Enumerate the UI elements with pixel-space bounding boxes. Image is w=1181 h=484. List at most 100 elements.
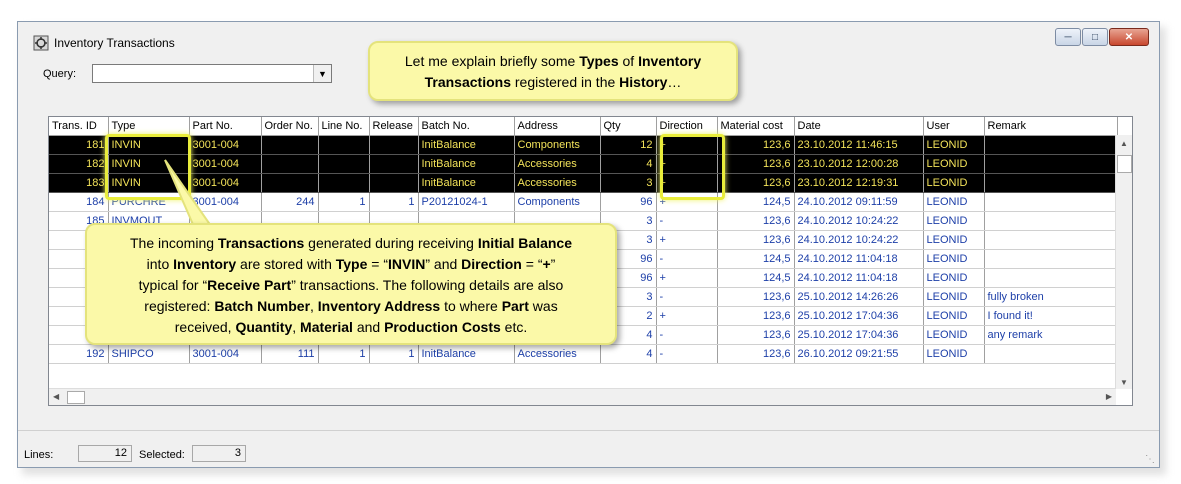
cell-order[interactable] — [261, 173, 319, 193]
cell-user[interactable]: LEONID — [923, 135, 985, 155]
cell-address[interactable]: Accessories — [514, 173, 601, 193]
cell-date[interactable]: 24.10.2012 11:04:18 — [794, 268, 924, 288]
scroll-left-icon[interactable]: ◀ — [53, 392, 59, 401]
cell-release[interactable] — [369, 173, 419, 193]
cell-address[interactable]: Components — [514, 135, 601, 155]
cell-cost[interactable]: 123,6 — [717, 344, 795, 364]
cell-cost[interactable]: 123,6 — [717, 325, 795, 345]
cell-user[interactable]: LEONID — [923, 249, 985, 269]
cell-date[interactable]: 23.10.2012 12:00:28 — [794, 154, 924, 174]
cell-remark[interactable] — [984, 211, 1118, 231]
cell-batch[interactable]: P20121024-1 — [418, 192, 515, 212]
cell-remark[interactable] — [984, 344, 1118, 364]
cell-remark[interactable] — [984, 154, 1118, 174]
cell-order[interactable]: 111 — [261, 344, 319, 364]
cell-release[interactable] — [369, 154, 419, 174]
cell-remark[interactable] — [984, 135, 1118, 155]
cell-line[interactable]: 1 — [318, 344, 370, 364]
column-header[interactable]: Part No. — [189, 117, 262, 136]
scroll-up-icon[interactable]: ▲ — [1120, 139, 1128, 148]
maximize-button[interactable]: □ — [1082, 28, 1108, 46]
cell-date[interactable]: 25.10.2012 17:04:36 — [794, 325, 924, 345]
cell-date[interactable]: 25.10.2012 17:04:36 — [794, 306, 924, 326]
cell-cost[interactable]: 123,6 — [717, 135, 795, 155]
cell-type[interactable]: SHIPCO — [108, 344, 190, 364]
cell-cost[interactable]: 124,5 — [717, 192, 795, 212]
cell-user[interactable]: LEONID — [923, 211, 985, 231]
column-header[interactable]: Address — [514, 117, 601, 136]
cell-user[interactable]: LEONID — [923, 287, 985, 307]
vertical-scroll-thumb[interactable] — [1117, 155, 1132, 173]
column-header[interactable]: User — [923, 117, 985, 136]
cell-batch[interactable]: InitBalance — [418, 135, 515, 155]
cell-user[interactable]: LEONID — [923, 173, 985, 193]
cell-address[interactable]: Accessories — [514, 344, 601, 364]
cell-remark[interactable] — [984, 249, 1118, 269]
cell-remark[interactable]: fully broken — [984, 287, 1118, 307]
vertical-scrollbar[interactable]: ▲ ▼ — [1115, 135, 1132, 389]
cell-order[interactable] — [261, 135, 319, 155]
cell-address[interactable]: Components — [514, 192, 601, 212]
cell-remark[interactable] — [984, 192, 1118, 212]
cell-line[interactable]: 1 — [318, 192, 370, 212]
cell-id[interactable]: 182 — [49, 154, 109, 174]
cell-id[interactable]: 184 — [49, 192, 109, 212]
query-dropdown-button[interactable]: ▼ — [313, 65, 331, 82]
cell-line[interactable] — [318, 173, 370, 193]
cell-date[interactable]: 23.10.2012 11:46:15 — [794, 135, 924, 155]
cell-remark[interactable] — [984, 268, 1118, 288]
cell-dir[interactable]: - — [656, 325, 718, 345]
cell-cost[interactable]: 123,6 — [717, 173, 795, 193]
cell-user[interactable]: LEONID — [923, 344, 985, 364]
cell-date[interactable]: 24.10.2012 09:11:59 — [794, 192, 924, 212]
cell-order[interactable] — [261, 154, 319, 174]
cell-dir[interactable]: - — [656, 344, 718, 364]
cell-cost[interactable]: 124,5 — [717, 268, 795, 288]
cell-cost[interactable]: 123,6 — [717, 306, 795, 326]
column-header[interactable]: Direction — [656, 117, 718, 136]
table-row[interactable]: 192 SHIPCO 3001-004 111 1 1 InitBalance Accesso… — [49, 344, 1118, 364]
cell-user[interactable]: LEONID — [923, 325, 985, 345]
cell-id[interactable]: 192 — [49, 344, 109, 364]
cell-user[interactable]: LEONID — [923, 306, 985, 326]
cell-qty[interactable]: 4 — [600, 344, 657, 364]
cell-release[interactable]: 1 — [369, 192, 419, 212]
query-select[interactable]: ▼ — [92, 64, 332, 83]
cell-cost[interactable]: 123,6 — [717, 230, 795, 250]
cell-dir[interactable]: - — [656, 211, 718, 231]
cell-qty[interactable]: 4 — [600, 154, 657, 174]
cell-remark[interactable] — [984, 173, 1118, 193]
column-header[interactable]: Batch No. — [418, 117, 515, 136]
scroll-right-icon[interactable]: ▶ — [1106, 392, 1112, 401]
cell-order[interactable]: 244 — [261, 192, 319, 212]
column-header[interactable]: Date — [794, 117, 924, 136]
cell-batch[interactable]: InitBalance — [418, 344, 515, 364]
horizontal-scrollbar[interactable]: ◀ ▶ — [49, 388, 1116, 405]
column-header[interactable]: Qty — [600, 117, 657, 136]
minimize-button[interactable]: ─ — [1055, 28, 1081, 46]
scroll-down-icon[interactable]: ▼ — [1120, 378, 1128, 387]
cell-dir[interactable]: + — [656, 306, 718, 326]
cell-cost[interactable]: 123,6 — [717, 287, 795, 307]
cell-release[interactable] — [369, 135, 419, 155]
cell-remark[interactable]: any remark — [984, 325, 1118, 345]
column-header[interactable]: Order No. — [261, 117, 319, 136]
cell-batch[interactable]: InitBalance — [418, 154, 515, 174]
cell-cost[interactable]: 123,6 — [717, 154, 795, 174]
horizontal-scroll-thumb[interactable] — [67, 391, 85, 404]
cell-dir[interactable]: + — [656, 268, 718, 288]
cell-batch[interactable]: InitBalance — [418, 173, 515, 193]
cell-dir[interactable]: + — [656, 230, 718, 250]
cell-dir[interactable]: - — [656, 249, 718, 269]
cell-remark[interactable]: I found it! — [984, 306, 1118, 326]
cell-user[interactable]: LEONID — [923, 230, 985, 250]
cell-line[interactable] — [318, 135, 370, 155]
cell-dir[interactable]: - — [656, 287, 718, 307]
column-header[interactable]: Trans. ID — [49, 117, 109, 136]
cell-user[interactable]: LEONID — [923, 192, 985, 212]
column-header[interactable]: Remark — [984, 117, 1118, 136]
cell-address[interactable]: Accessories — [514, 154, 601, 174]
column-header[interactable]: Line No. — [318, 117, 370, 136]
cell-cost[interactable]: 123,6 — [717, 211, 795, 231]
cell-release[interactable]: 1 — [369, 344, 419, 364]
